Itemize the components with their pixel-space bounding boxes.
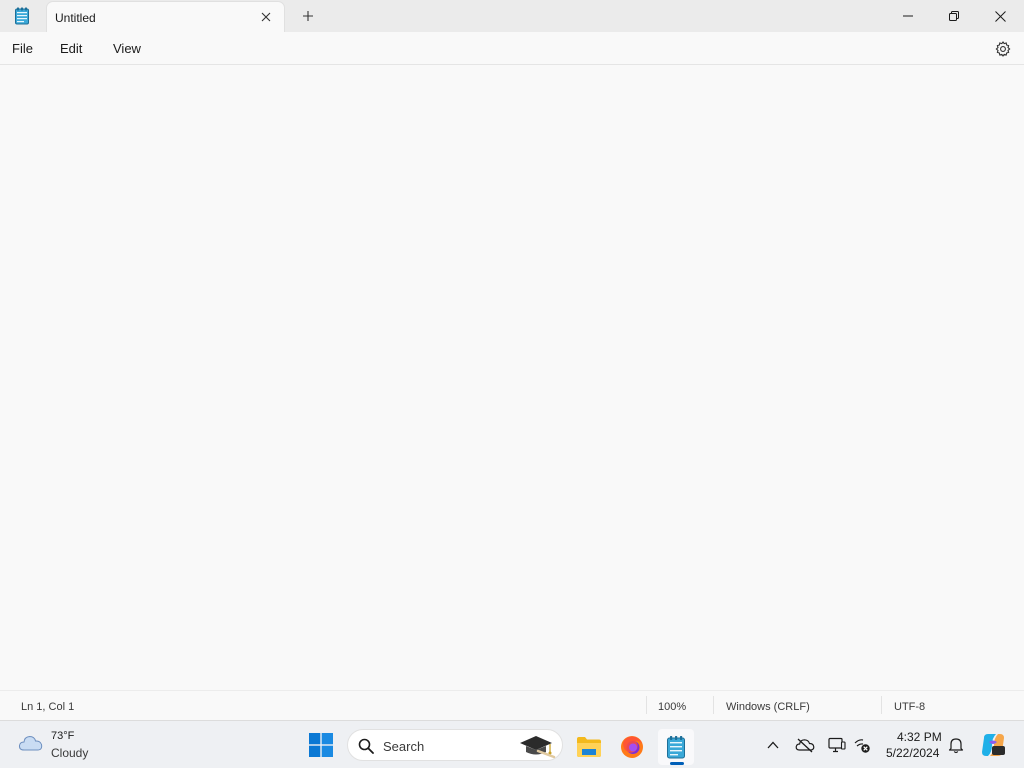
notepad-taskbar-button[interactable] xyxy=(658,729,694,765)
taskbar-search[interactable]: Search xyxy=(347,729,563,761)
notepad-icon xyxy=(667,736,685,759)
status-divider xyxy=(713,696,714,714)
text-editor[interactable] xyxy=(0,65,1024,690)
status-divider xyxy=(646,696,647,714)
menu-edit[interactable]: Edit xyxy=(60,41,82,56)
clock-date[interactable]: 5/22/2024 xyxy=(886,746,939,760)
graduation-cap-icon xyxy=(516,733,556,759)
new-tab-button[interactable] xyxy=(294,4,322,28)
tab-title: Untitled xyxy=(55,11,96,25)
taskbar: 73°F Cloudy Search 4:32 PM 5/22/2024 xyxy=(0,720,1024,768)
restore-icon xyxy=(949,11,959,21)
search-icon xyxy=(358,738,374,754)
menu-bar: File Edit View xyxy=(0,32,1024,65)
folder-icon xyxy=(577,737,601,757)
chevron-up-icon[interactable] xyxy=(763,735,783,755)
copilot-icon[interactable] xyxy=(980,732,1006,758)
firefox-taskbar-button[interactable] xyxy=(614,729,650,765)
weather-temperature: 73°F xyxy=(51,730,75,742)
menu-file[interactable]: File xyxy=(12,41,33,56)
weather-condition: Cloudy xyxy=(51,746,89,760)
onedrive-offline-icon[interactable] xyxy=(795,735,815,755)
encoding[interactable]: UTF-8 xyxy=(894,701,925,713)
close-button[interactable] xyxy=(977,0,1023,32)
tab-close-icon[interactable] xyxy=(258,9,274,25)
status-divider xyxy=(881,696,882,714)
cursor-position: Ln 1, Col 1 xyxy=(21,701,75,713)
cloud-icon xyxy=(18,733,44,753)
restore-button[interactable] xyxy=(931,0,977,32)
windows-logo-icon xyxy=(309,733,333,757)
notification-bell-icon[interactable] xyxy=(946,735,966,755)
minimize-button[interactable] xyxy=(885,0,931,32)
clock-time[interactable]: 4:32 PM xyxy=(897,730,942,744)
close-icon xyxy=(994,10,1006,22)
active-app-indicator xyxy=(670,762,684,765)
display-icon[interactable] xyxy=(827,735,847,755)
search-label: Search xyxy=(383,739,425,754)
notepad-app-icon xyxy=(14,7,30,25)
start-button[interactable] xyxy=(305,729,337,761)
zoom-level[interactable]: 100% xyxy=(658,701,686,713)
file-explorer-taskbar-button[interactable] xyxy=(571,729,607,765)
line-ending[interactable]: Windows (CRLF) xyxy=(726,701,810,713)
tab-untitled[interactable]: Untitled xyxy=(46,1,285,32)
settings-gear-icon[interactable] xyxy=(994,40,1012,58)
network-disconnected-icon[interactable] xyxy=(852,735,872,755)
menu-view[interactable]: View xyxy=(113,41,141,56)
plus-icon xyxy=(303,11,313,21)
status-bar: Ln 1, Col 1 100% Windows (CRLF) UTF-8 xyxy=(0,690,1024,720)
title-bar: Untitled xyxy=(0,0,1024,32)
minimize-icon xyxy=(903,15,913,17)
firefox-icon xyxy=(621,736,643,758)
